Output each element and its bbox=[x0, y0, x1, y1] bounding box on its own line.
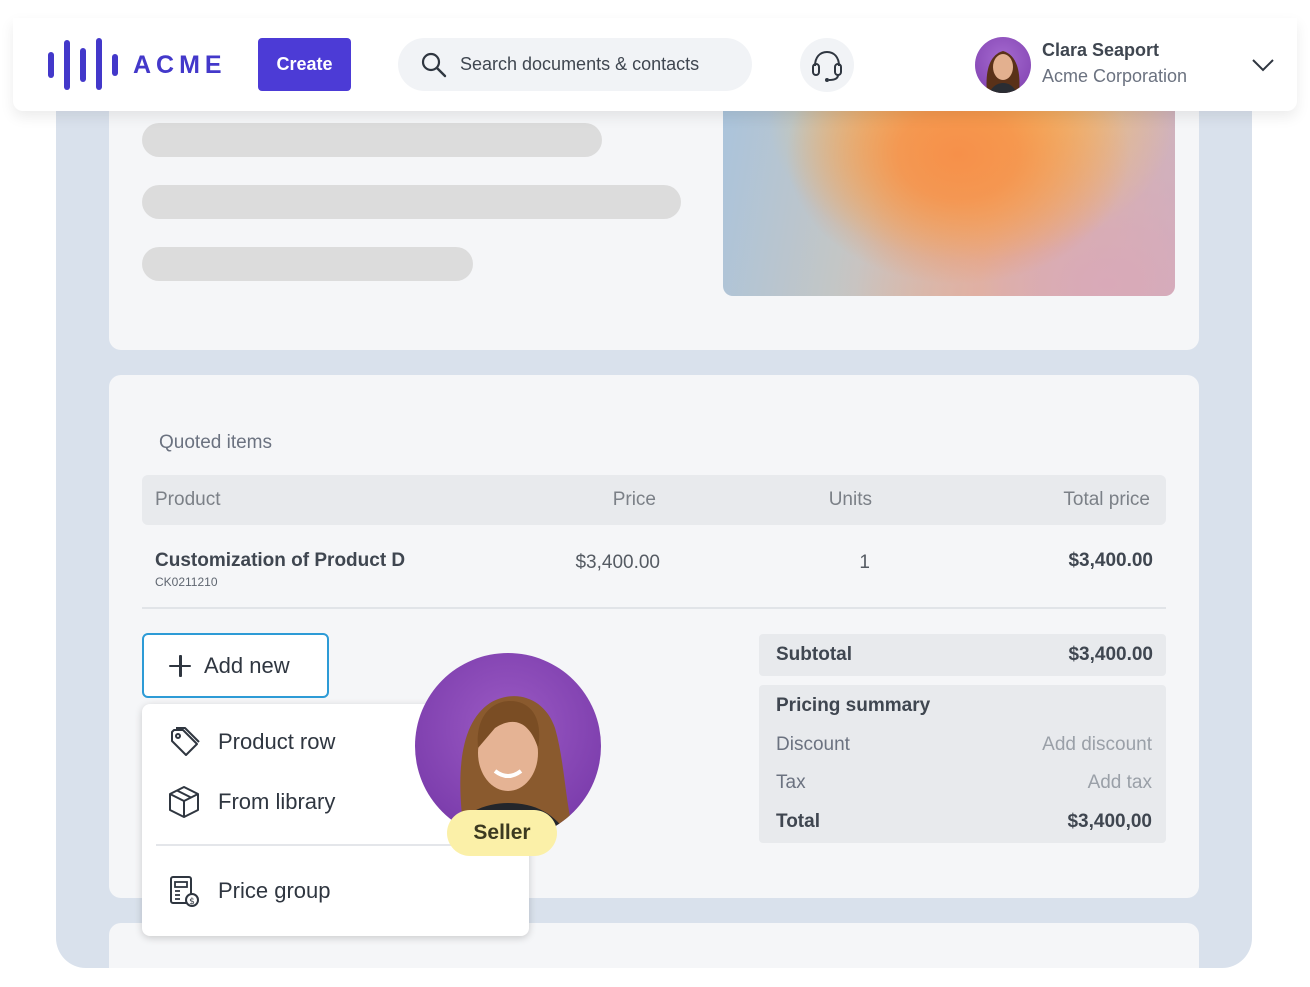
product-units: 1 bbox=[859, 552, 870, 573]
discount-label: Discount bbox=[776, 734, 850, 755]
subtotal-label: Subtotal bbox=[776, 644, 852, 665]
product-name: Customization of Product D bbox=[155, 550, 406, 571]
chevron-down-icon[interactable] bbox=[1250, 55, 1276, 75]
column-header-units: Units bbox=[828, 489, 872, 510]
product-sku: CK0211210 bbox=[155, 575, 218, 589]
row-divider bbox=[142, 607, 1166, 609]
headset-icon bbox=[812, 50, 842, 82]
skeleton-line bbox=[142, 185, 681, 219]
user-organization: Acme Corporation bbox=[1042, 66, 1188, 86]
column-header-price: Price bbox=[612, 489, 656, 510]
total-value: $3,400,00 bbox=[1067, 811, 1152, 832]
cube-icon bbox=[169, 786, 199, 818]
search-placeholder: Search documents & contacts bbox=[460, 54, 700, 74]
price-group-icon: $ bbox=[170, 876, 199, 907]
support-button[interactable] bbox=[800, 38, 854, 92]
product-price: $3,400.00 bbox=[575, 552, 660, 573]
acme-logo-icon bbox=[48, 38, 118, 90]
menu-item-label: Product row bbox=[218, 729, 336, 754]
tax-label: Tax bbox=[776, 772, 806, 793]
search-input[interactable]: Search documents & contacts bbox=[398, 38, 752, 91]
user-avatar[interactable] bbox=[975, 37, 1031, 93]
tag-icon bbox=[171, 727, 200, 756]
menu-item-price-group[interactable]: $ Price group bbox=[166, 873, 331, 909]
seller-badge: Seller bbox=[447, 810, 557, 856]
add-new-button[interactable]: Add new bbox=[142, 633, 329, 698]
menu-item-label: Price group bbox=[218, 878, 331, 903]
logo-text: ACME bbox=[133, 51, 227, 79]
menu-item-from-library[interactable]: From library bbox=[166, 784, 335, 820]
skeleton-line bbox=[142, 247, 473, 281]
section-title: Quoted items bbox=[159, 432, 272, 453]
column-header-total: Total price bbox=[1063, 489, 1150, 510]
subtotal-value: $3,400.00 bbox=[1068, 644, 1153, 665]
create-button[interactable]: Create bbox=[258, 38, 351, 91]
pricing-summary-title: Pricing summary bbox=[776, 695, 931, 716]
add-new-label: Add new bbox=[204, 652, 290, 678]
search-icon bbox=[421, 52, 447, 77]
user-name: Clara Seaport bbox=[1042, 40, 1160, 60]
add-tax-link[interactable]: Add tax bbox=[952, 772, 1152, 794]
skeleton-line bbox=[142, 123, 602, 157]
product-total: $3,400.00 bbox=[1068, 550, 1153, 571]
menu-item-label: From library bbox=[218, 789, 336, 814]
column-header-product: Product bbox=[155, 489, 221, 510]
total-label: Total bbox=[776, 811, 820, 832]
menu-item-product-row[interactable]: Product row bbox=[166, 724, 335, 760]
add-discount-link[interactable]: Add discount bbox=[952, 734, 1152, 756]
svg-text:$: $ bbox=[189, 897, 195, 907]
plus-icon bbox=[168, 654, 192, 678]
